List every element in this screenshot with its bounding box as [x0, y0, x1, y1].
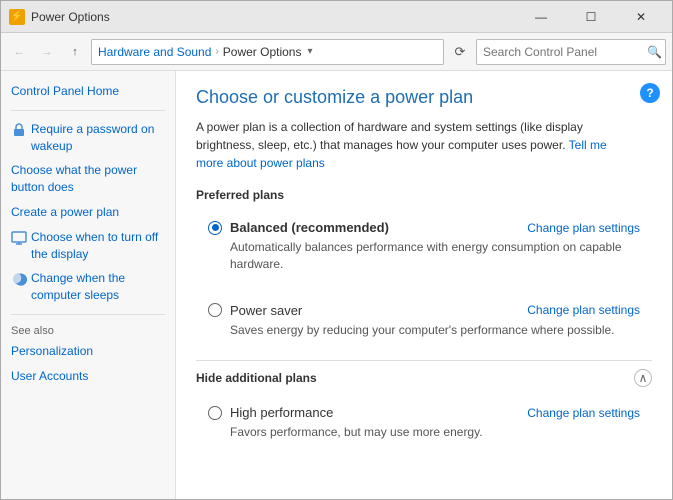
plan-high-performance: High performance Change plan settings Fa…	[196, 397, 652, 449]
sidebar-control-panel-home[interactable]: Control Panel Home	[11, 83, 165, 100]
window-title: Power Options	[31, 10, 518, 24]
preferred-plans-section: Preferred plans Balanced (recommended) C…	[196, 188, 652, 346]
back-button[interactable]: ←	[7, 40, 31, 64]
plan-power-saver-desc: Saves energy by reducing your computer's…	[230, 322, 640, 339]
sidebar-sleep-icon	[11, 271, 27, 287]
sidebar-password-icon	[11, 122, 27, 138]
sidebar-link-personalization[interactable]: Personalization	[11, 343, 165, 360]
sidebar-link-power-button[interactable]: Choose what the power button does	[11, 162, 165, 196]
plan-power-saver-name: Power saver	[230, 303, 302, 318]
plan-balanced-settings-link[interactable]: Change plan settings	[527, 221, 640, 235]
close-button[interactable]: ✕	[618, 1, 664, 33]
plan-high-performance-header: High performance Change plan settings	[208, 405, 640, 420]
search-icon[interactable]: 🔍	[644, 40, 665, 64]
window: ⚡ Power Options — ☐ ✕ ← → ↑ Hardware and…	[0, 0, 673, 500]
hide-plans-label: Hide additional plans	[196, 371, 317, 385]
plan-power-saver-label-row: Power saver	[208, 303, 302, 318]
search-box: 🔍	[476, 39, 666, 65]
sidebar-links: Require a password on wakeup Choose what…	[11, 121, 165, 304]
titlebar-controls: — ☐ ✕	[518, 1, 664, 33]
plan-high-performance-settings-link[interactable]: Change plan settings	[527, 406, 640, 420]
breadcrumb-separator: ›	[215, 46, 218, 57]
sidebar-item-password: Require a password on wakeup	[11, 121, 165, 155]
minimize-button[interactable]: —	[518, 1, 564, 33]
breadcrumb-dropdown[interactable]: ▾	[307, 46, 312, 57]
plan-balanced-header: Balanced (recommended) Change plan setti…	[208, 220, 640, 235]
plan-balanced-radio[interactable]	[208, 221, 222, 235]
search-input[interactable]	[477, 45, 644, 59]
sidebar-link-turn-off-display[interactable]: Choose when to turn off the display	[31, 229, 165, 263]
plan-power-saver-header: Power saver Change plan settings	[208, 303, 640, 318]
intro-text: A power plan is a collection of hardware…	[196, 118, 626, 172]
refresh-button[interactable]: ⟳	[448, 40, 472, 64]
plan-power-saver-radio[interactable]	[208, 303, 222, 317]
content-area: ? Choose or customize a power plan A pow…	[176, 71, 672, 499]
plan-balanced-desc: Automatically balances performance with …	[230, 239, 640, 273]
sidebar-link-user-accounts[interactable]: User Accounts	[11, 368, 165, 385]
plan-balanced: Balanced (recommended) Change plan setti…	[196, 212, 652, 281]
plan-power-saver-settings-link[interactable]: Change plan settings	[527, 303, 640, 317]
sidebar-display-icon	[11, 230, 27, 246]
help-button[interactable]: ?	[640, 83, 660, 103]
plan-high-performance-desc: Favors performance, but may use more ene…	[230, 424, 640, 441]
sidebar-see-also: See also Personalization User Accounts	[11, 325, 165, 385]
breadcrumb: Hardware and Sound › Power Options ▾	[91, 39, 444, 65]
sidebar-link-password-wakeup[interactable]: Require a password on wakeup	[31, 121, 165, 155]
sidebar: Control Panel Home Require a password on…	[1, 71, 176, 499]
up-button[interactable]: ↑	[63, 40, 87, 64]
page-title: Choose or customize a power plan	[196, 87, 652, 108]
collapse-icon: ∧	[634, 369, 652, 387]
plan-high-performance-name: High performance	[230, 405, 333, 420]
sidebar-item-sleep: Change when the computer sleeps	[11, 270, 165, 304]
main-area: Control Panel Home Require a password on…	[1, 71, 672, 499]
maximize-button[interactable]: ☐	[568, 1, 614, 33]
plan-balanced-label-row: Balanced (recommended)	[208, 220, 389, 235]
see-also-label: See also	[11, 325, 165, 337]
sidebar-link-sleep[interactable]: Change when the computer sleeps	[31, 270, 165, 304]
radio-dot	[212, 224, 219, 231]
window-icon: ⚡	[9, 9, 25, 25]
forward-button[interactable]: →	[35, 40, 59, 64]
breadcrumb-current: Power Options	[223, 45, 302, 59]
addressbar: ← → ↑ Hardware and Sound › Power Options…	[1, 33, 672, 71]
preferred-label: Preferred plans	[196, 188, 652, 202]
sidebar-link-create-plan[interactable]: Create a power plan	[11, 204, 165, 221]
plan-high-performance-radio[interactable]	[208, 406, 222, 420]
sidebar-home-section: Control Panel Home	[11, 83, 165, 100]
plan-balanced-name: Balanced (recommended)	[230, 220, 389, 235]
plan-high-performance-label-row: High performance	[208, 405, 333, 420]
plans-separator	[196, 360, 652, 361]
hide-additional-plans-header[interactable]: Hide additional plans ∧	[196, 369, 652, 387]
sidebar-item-display: Choose when to turn off the display	[11, 229, 165, 263]
breadcrumb-hardware-sound[interactable]: Hardware and Sound	[98, 45, 211, 59]
titlebar: ⚡ Power Options — ☐ ✕	[1, 1, 672, 33]
plan-power-saver: Power saver Change plan settings Saves e…	[196, 295, 652, 347]
